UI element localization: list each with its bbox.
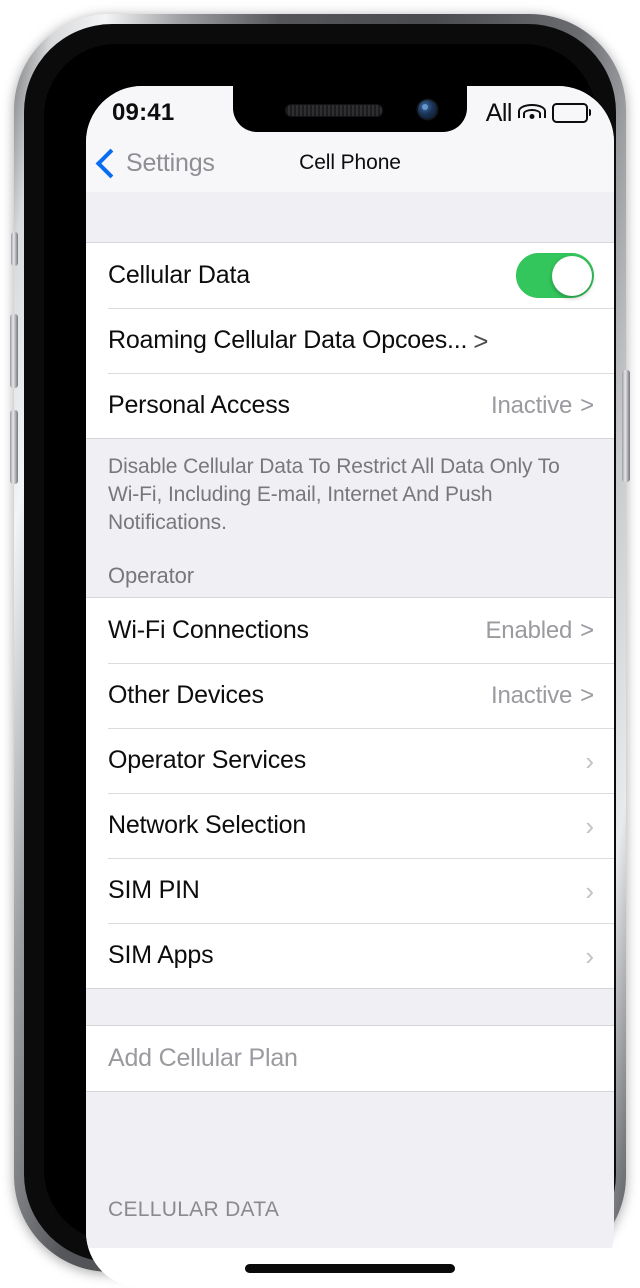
navigation-bar: Settings Cell Phone bbox=[86, 134, 614, 192]
row-personal-access[interactable]: Personal Access Inactive > bbox=[86, 373, 614, 438]
home-indicator-area bbox=[86, 1248, 614, 1288]
cellular-data-toggle[interactable] bbox=[516, 253, 594, 298]
row-label: Cellular Data bbox=[108, 261, 250, 289]
bottom-spacer bbox=[86, 1092, 614, 1173]
operator-section-header: Operator bbox=[86, 541, 614, 598]
add-plan-group: Add Cellular Plan bbox=[86, 1025, 614, 1093]
battery-full-icon bbox=[552, 103, 591, 123]
list-top-spacer bbox=[86, 192, 614, 242]
row-sim-pin[interactable]: SIM PIN › bbox=[86, 858, 614, 924]
home-indicator[interactable] bbox=[245, 1263, 455, 1273]
cellular-data-group: Cellular Data Roaming Cellular Data Opco… bbox=[86, 242, 614, 439]
row-add-cellular-plan[interactable]: Add Cellular Plan bbox=[86, 1026, 614, 1092]
row-accessory: Inactive > bbox=[491, 392, 594, 420]
footer-note-text: Disable Cellular Data To Restrict All Da… bbox=[108, 455, 560, 535]
status-indicators: All bbox=[485, 98, 591, 128]
screenshot-stage: 09:41 All Settings Cell Phone Cellular D… bbox=[0, 0, 640, 1288]
row-wifi-connections[interactable]: Wi-Fi Connections Enabled > bbox=[86, 598, 614, 664]
volume-down-button[interactable] bbox=[10, 410, 18, 484]
device-bezel: 09:41 All Settings Cell Phone Cellular D… bbox=[44, 44, 614, 1288]
row-cellular-data[interactable]: Cellular Data bbox=[86, 243, 614, 308]
row-label: SIM PIN bbox=[108, 876, 200, 905]
chevron-right-icon: > bbox=[580, 616, 594, 644]
operator-group: Wi-Fi Connections Enabled > Other Device… bbox=[86, 597, 614, 990]
volume-up-button[interactable] bbox=[10, 314, 18, 388]
row-label: Roaming Cellular Data Opcoes... bbox=[108, 326, 468, 354]
cellular-data-section-header: CELLULAR DATA bbox=[86, 1172, 614, 1231]
wifi-icon bbox=[518, 103, 546, 123]
carrier-label: All bbox=[485, 98, 513, 127]
row-value: Inactive bbox=[491, 391, 573, 419]
row-value: Inactive bbox=[491, 681, 573, 709]
cellular-data-footer-note: Disable Cellular Data To Restrict All Da… bbox=[86, 439, 614, 542]
front-camera-icon bbox=[418, 100, 437, 119]
row-roaming-cellular-data-options[interactable]: Roaming Cellular Data Opcoes... > bbox=[86, 308, 614, 373]
chevron-right-icon: > bbox=[580, 681, 594, 709]
power-button[interactable] bbox=[622, 370, 630, 482]
row-operator-services[interactable]: Operator Services › bbox=[86, 728, 614, 794]
device-inner-shell: 09:41 All Settings Cell Phone Cellular D… bbox=[24, 24, 616, 1288]
chevron-right-icon: › bbox=[585, 745, 594, 776]
back-button-label: Settings bbox=[126, 148, 215, 177]
row-accessory: Enabled > bbox=[485, 617, 594, 645]
row-network-selection[interactable]: Network Selection › bbox=[86, 793, 614, 859]
row-sim-apps[interactable]: SIM Apps › bbox=[86, 923, 614, 989]
row-value: Enabled bbox=[485, 616, 573, 644]
page-title: Cell Phone bbox=[299, 151, 401, 174]
status-time: 09:41 bbox=[112, 99, 175, 126]
row-label: Personal Access bbox=[108, 391, 290, 419]
row-accessory: Inactive > bbox=[491, 682, 594, 710]
mute-switch-button[interactable] bbox=[11, 232, 18, 266]
chevron-right-icon: › bbox=[585, 810, 594, 841]
row-label: Add Cellular Plan bbox=[108, 1044, 298, 1073]
row-label: Network Selection bbox=[108, 811, 307, 840]
notch bbox=[233, 86, 467, 132]
row-label: Wi-Fi Connections bbox=[108, 616, 309, 645]
back-button[interactable]: Settings bbox=[95, 148, 215, 178]
earpiece-speaker-icon bbox=[285, 104, 383, 117]
row-other-devices[interactable]: Other Devices Inactive > bbox=[86, 663, 614, 729]
chevron-right-icon: > bbox=[473, 325, 489, 356]
row-label: SIM Apps bbox=[108, 941, 214, 970]
iphone-device-frame: 09:41 All Settings Cell Phone Cellular D… bbox=[10, 14, 630, 1288]
chevron-right-icon: > bbox=[580, 391, 594, 419]
group-spacer bbox=[86, 989, 614, 1026]
settings-list[interactable]: Cellular Data Roaming Cellular Data Opco… bbox=[86, 192, 614, 1248]
row-label: Operator Services bbox=[108, 746, 307, 775]
phone-screen: 09:41 All Settings Cell Phone Cellular D… bbox=[86, 86, 614, 1288]
toggle-knob bbox=[551, 255, 592, 296]
chevron-right-icon: › bbox=[585, 940, 594, 971]
chevron-right-icon: › bbox=[585, 875, 594, 906]
row-label: Other Devices bbox=[108, 681, 264, 710]
chevron-left-icon bbox=[95, 148, 126, 178]
